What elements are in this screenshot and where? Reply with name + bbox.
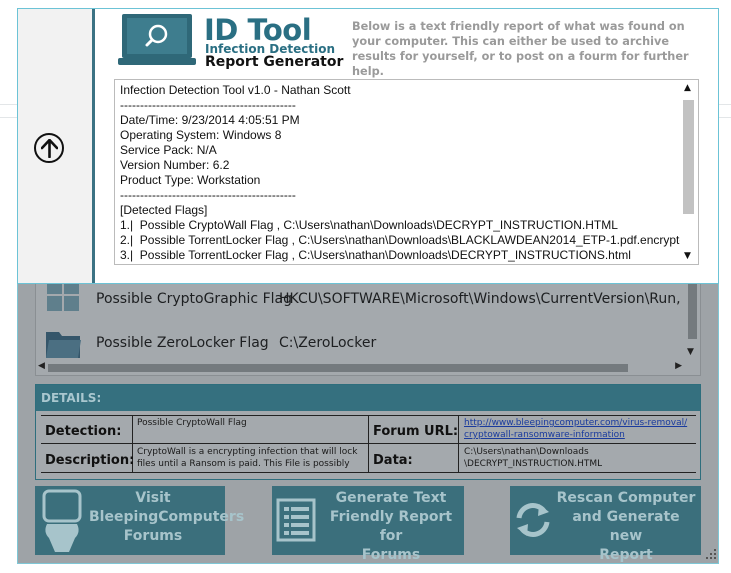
- report-line: Service Pack: N/A: [120, 143, 217, 157]
- details-divider: [368, 415, 369, 473]
- results-list[interactable]: Possible CryptoGraphic Flag HKCU\SOFTWAR…: [35, 278, 701, 376]
- list-item-name: Possible CryptoGraphic Flag: [96, 291, 292, 307]
- report-text[interactable]: Infection Detection Tool v1.0 - Nathan S…: [120, 83, 693, 263]
- intro-text: Below is a text friendly report of what …: [352, 20, 689, 78]
- rescan-computer-label: Rescan Computer and Generate new Report: [556, 490, 696, 563]
- report-line: Version Number: 6.2: [120, 158, 230, 172]
- list-item-path: C:\ZeroLocker: [279, 335, 377, 351]
- report-line: 2.| Possible TorrentLocker Flag , C:\Use…: [120, 233, 693, 247]
- forum-url-link-line2[interactable]: cryptowall-ransomware-information: [464, 429, 625, 441]
- list-item-name: Possible ZeroLocker Flag: [96, 335, 269, 351]
- windows-logo-icon: [47, 283, 79, 311]
- arrow-up-icon: [41, 139, 58, 158]
- list-horizontal-scrollbar[interactable]: ◀ ▶: [36, 360, 700, 375]
- report-line: 1.| Possible CryptoWall Flag , C:\Users\…: [120, 218, 618, 232]
- report-textbox[interactable]: Infection Detection Tool v1.0 - Nathan S…: [114, 79, 699, 265]
- details-header: DETAILS:: [36, 385, 700, 411]
- data-value-line2: \DECRYPT_INSTRUCTION.HTML: [464, 459, 603, 469]
- person-sign-icon: [42, 489, 82, 552]
- data-label: Data:: [373, 453, 413, 468]
- detection-label: Detection:: [45, 424, 122, 439]
- scroll-down-arrow-icon[interactable]: ▼: [687, 347, 694, 357]
- report-scrollbar[interactable]: ▲ ▼: [680, 80, 698, 264]
- resize-grip-icon[interactable]: [705, 548, 717, 560]
- scrollbar-thumb[interactable]: [48, 364, 628, 372]
- monitor-search-logo-icon: [118, 14, 196, 65]
- details-divider: [458, 415, 459, 473]
- generate-report-button[interactable]: Generate Text Friendly Report for Forums: [272, 486, 464, 563]
- scrollbar-thumb[interactable]: [688, 283, 697, 339]
- report-line: 3.| Possible TorrentLocker Flag , C:\Use…: [120, 248, 631, 262]
- report-line: Product Type: Workstation: [120, 173, 261, 187]
- forum-url-label: Forum URL:: [373, 424, 459, 439]
- report-line: Infection Detection Tool v1.0 - Nathan S…: [120, 83, 351, 97]
- back-up-button[interactable]: [34, 133, 64, 163]
- report-line: ----------------------------------------…: [120, 98, 296, 112]
- forum-url-link-line1[interactable]: http://www.bleepingcomputer.com/virus-re…: [464, 417, 687, 429]
- scroll-left-arrow-icon[interactable]: ◀: [38, 361, 45, 371]
- folder-icon: [46, 332, 81, 358]
- report-line: Operating System: Windows 8: [120, 128, 282, 142]
- data-value-line1: C:\Users\nathan\Downloads: [464, 447, 589, 457]
- report-generator-dialog: ID Tool Infection Detection Report Gener…: [17, 8, 719, 284]
- details-panel: DETAILS: Detection: Possible CryptoWall …: [35, 384, 701, 480]
- refresh-icon: [516, 503, 550, 537]
- report-line: Date/Time: 9/23/2014 4:05:51 PM: [120, 113, 300, 127]
- detection-value: Possible CryptoWall Flag: [137, 418, 247, 428]
- generate-report-label: Generate Text Friendly Report for Forums: [329, 490, 453, 563]
- report-line: [Detected Flags]: [120, 203, 208, 217]
- rescan-computer-button[interactable]: Rescan Computer and Generate new Report: [510, 486, 701, 563]
- scroll-up-arrow-icon[interactable]: ▲: [684, 83, 691, 93]
- scroll-right-arrow-icon[interactable]: ▶: [675, 361, 682, 371]
- dialog-side-panel: [18, 9, 95, 283]
- list-item-path: HKCU\SOFTWARE\Microsoft\Windows\CurrentV…: [279, 291, 687, 307]
- list-item[interactable]: Possible CryptoGraphic Flag HKCU\SOFTWAR…: [36, 279, 687, 323]
- visit-forums-button[interactable]: Visit BleepingComputers Forums: [35, 486, 245, 555]
- report-line: ----------------------------------------…: [120, 188, 296, 202]
- dialog-title: Report Generator: [205, 54, 344, 70]
- description-value: CryptoWall is a encrypting infection tha…: [137, 447, 358, 469]
- scroll-down-arrow-icon[interactable]: ▼: [684, 251, 691, 261]
- description-label: Description:: [45, 453, 135, 468]
- list-vertical-scrollbar[interactable]: ▼: [685, 279, 700, 361]
- document-list-icon: [276, 498, 316, 542]
- scrollbar-thumb[interactable]: [683, 100, 694, 214]
- visit-forums-label: Visit BleepingComputers Forums: [89, 490, 245, 544]
